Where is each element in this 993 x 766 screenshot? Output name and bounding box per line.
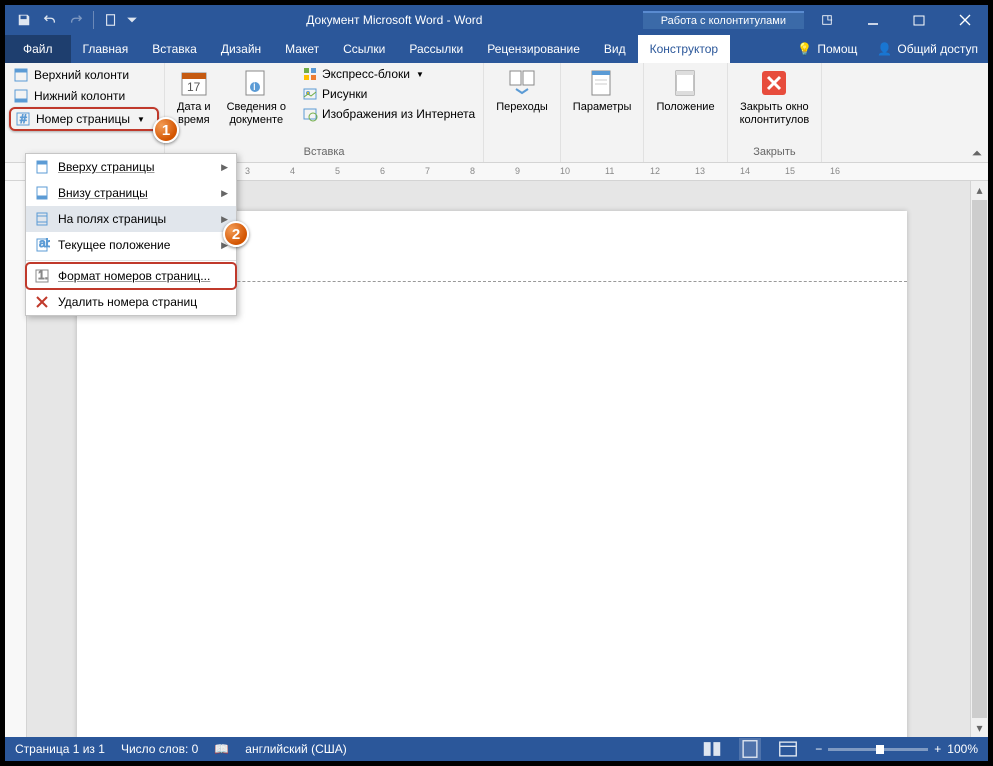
picture-icon <box>302 86 318 102</box>
page-bottom-icon <box>34 185 50 201</box>
quick-access-toolbar <box>5 9 146 31</box>
minimize-button[interactable] <box>850 5 896 35</box>
current-position-icon: ab <box>34 237 50 253</box>
menu-top-of-page[interactable]: Вверху страницы ▶ <box>26 154 236 180</box>
document-info-button[interactable]: i Сведения о документе <box>219 65 294 128</box>
status-word-count[interactable]: Число слов: 0 <box>121 742 198 756</box>
online-pictures-button[interactable]: Изображения из Интернета <box>298 105 479 123</box>
close-header-footer-button[interactable]: Закрыть окно колонтитулов <box>732 65 818 128</box>
menu-current-position[interactable]: ab Текущее положение ▶ <box>26 232 236 258</box>
status-proofing-icon[interactable]: 📖 <box>214 742 229 756</box>
status-page[interactable]: Страница 1 из 1 <box>15 742 105 756</box>
close-x-icon <box>758 67 790 99</box>
save-button[interactable] <box>13 9 35 31</box>
scroll-down-button[interactable]: ▾ <box>971 719 988 737</box>
menu-format-page-numbers[interactable]: 1. Формат номеров страниц... <box>26 263 236 289</box>
tab-mailings[interactable]: Рассылки <box>397 35 475 63</box>
page-number-icon: # <box>15 111 31 127</box>
svg-text:#: # <box>20 112 27 126</box>
tell-me-button[interactable]: 💡Помощ <box>787 35 867 63</box>
tab-home[interactable]: Главная <box>71 35 141 63</box>
page-top-icon <box>34 159 50 175</box>
ribbon-tabs: Файл Главная Вставка Дизайн Макет Ссылки… <box>5 35 988 63</box>
status-bar: Страница 1 из 1 Число слов: 0 📖 английск… <box>5 737 988 761</box>
menu-page-margins[interactable]: На полях страницы ▶ <box>26 206 236 232</box>
tab-references[interactable]: Ссылки <box>331 35 397 63</box>
page-margins-icon <box>34 211 50 227</box>
share-button[interactable]: 👤Общий доступ <box>867 35 988 63</box>
maximize-button[interactable] <box>896 5 942 35</box>
header-button[interactable]: Верхний колонти <box>9 65 159 85</box>
doc-info-icon: i <box>240 67 272 99</box>
context-tools-label: Работа с колонтитулами <box>643 11 804 29</box>
pictures-button[interactable]: Рисунки <box>298 85 479 103</box>
zoom-level[interactable]: 100% <box>947 742 978 756</box>
tab-file[interactable]: Файл <box>5 35 71 63</box>
qat-customize-button[interactable] <box>126 9 138 31</box>
tab-design-context[interactable]: Конструктор <box>638 35 730 63</box>
zoom-slider[interactable] <box>828 748 928 751</box>
delete-icon <box>34 294 50 310</box>
zoom-out-button[interactable]: − <box>815 742 822 756</box>
chevron-down-icon: ▼ <box>137 115 145 124</box>
web-layout-button[interactable] <box>777 738 799 760</box>
options-icon <box>586 67 618 99</box>
vertical-ruler[interactable] <box>5 181 27 737</box>
status-language[interactable]: английский (США) <box>245 742 346 756</box>
menu-bottom-of-page[interactable]: Внизу страницы ▶ <box>26 180 236 206</box>
header-icon <box>13 67 29 83</box>
lightbulb-icon: 💡 <box>797 42 812 56</box>
callout-1: 1 <box>153 117 179 143</box>
new-doc-button[interactable] <box>100 9 122 31</box>
close-button[interactable] <box>942 5 988 35</box>
position-button[interactable]: Положение <box>648 65 722 116</box>
quick-parts-icon <box>302 66 318 82</box>
position-icon <box>670 67 702 99</box>
options-button[interactable]: Параметры <box>565 65 640 116</box>
person-icon: 👤 <box>877 42 892 56</box>
window-title: Документ Microsoft Word - Word <box>146 13 643 27</box>
zoom-in-button[interactable]: + <box>934 742 941 756</box>
title-bar: Документ Microsoft Word - Word Работа с … <box>5 5 988 35</box>
goto-icon <box>506 67 538 99</box>
footer-icon <box>13 88 29 104</box>
tab-view[interactable]: Вид <box>592 35 638 63</box>
tab-review[interactable]: Рецензирование <box>475 35 592 63</box>
redo-button[interactable] <box>65 9 87 31</box>
footer-button[interactable]: Нижний колонти <box>9 86 159 106</box>
navigation-button[interactable]: Переходы <box>488 65 556 116</box>
read-mode-button[interactable] <box>701 738 723 760</box>
svg-text:ab: ab <box>39 237 50 250</box>
callout-2: 2 <box>223 221 249 247</box>
page-number-menu: Вверху страницы ▶ Внизу страницы ▶ На по… <box>25 153 237 316</box>
tab-insert[interactable]: Вставка <box>140 35 209 63</box>
chevron-right-icon: ▶ <box>221 162 228 173</box>
menu-remove-page-numbers[interactable]: Удалить номера страниц <box>26 289 236 315</box>
collapse-ribbon-button[interactable] <box>970 146 984 160</box>
chevron-right-icon: ▶ <box>221 188 228 199</box>
svg-text:1.: 1. <box>38 268 48 282</box>
scroll-up-button[interactable]: ▴ <box>971 181 988 199</box>
online-picture-icon <box>302 106 318 122</box>
quick-parts-button[interactable]: Экспресс-блоки▼ <box>298 65 479 83</box>
page-number-button[interactable]: # Номер страницы ▼ <box>9 107 159 131</box>
vertical-scrollbar[interactable]: ▴ ▾ <box>970 181 988 737</box>
undo-button[interactable] <box>39 9 61 31</box>
ribbon-display-options-button[interactable] <box>804 5 850 35</box>
group-label-close: Закрыть <box>732 144 818 162</box>
ribbon: Верхний колонти Нижний колонти # Номер с… <box>5 63 988 163</box>
svg-text:17: 17 <box>187 80 201 94</box>
tab-layout[interactable]: Макет <box>273 35 331 63</box>
svg-text:i: i <box>253 79 256 93</box>
tab-design[interactable]: Дизайн <box>209 35 273 63</box>
calendar-icon: 17 <box>178 67 210 99</box>
print-layout-button[interactable] <box>739 738 761 760</box>
format-icon: 1. <box>34 268 50 284</box>
scroll-thumb[interactable] <box>972 200 987 718</box>
date-time-button[interactable]: 17 Дата и время <box>169 65 219 128</box>
